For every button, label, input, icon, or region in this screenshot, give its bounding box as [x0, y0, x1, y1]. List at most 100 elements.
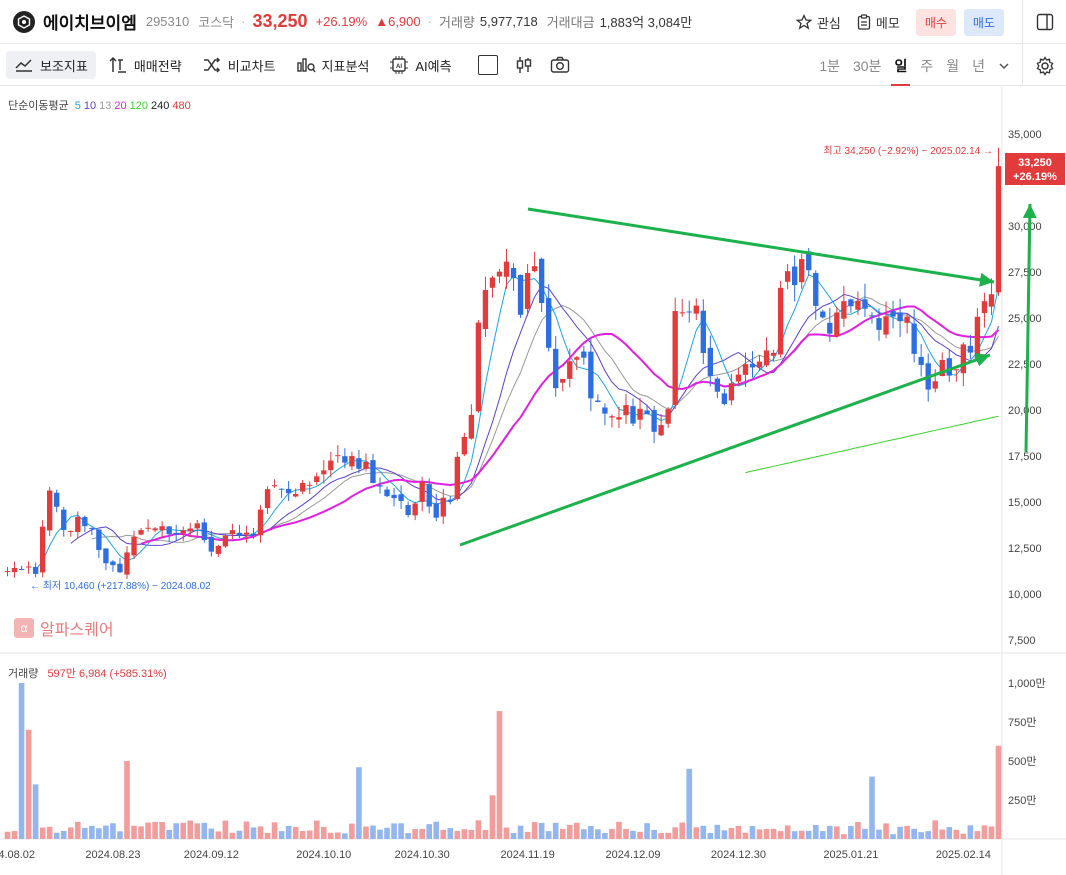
volume-bar	[602, 832, 608, 839]
star-icon	[795, 14, 812, 30]
period-week[interactable]: 주	[920, 45, 933, 86]
flask-icon	[296, 58, 316, 73]
candle-body	[581, 351, 587, 358]
candle-body	[145, 527, 151, 529]
side-panel-toggle[interactable]	[1022, 0, 1066, 44]
volume-bar	[327, 832, 334, 839]
volume-bar	[784, 825, 791, 839]
price-chart[interactable]: 35,00032,50030,00027,50025,00022,50020,0…	[0, 87, 1066, 875]
volume-bar	[356, 767, 362, 839]
candle-body	[11, 568, 18, 573]
volume-bar	[728, 828, 735, 839]
volume-bar	[588, 825, 594, 839]
volume-bar	[440, 829, 447, 839]
candle-body	[602, 407, 608, 414]
volume-bar	[834, 826, 840, 839]
volume-bar	[679, 822, 686, 839]
period-dropdown[interactable]	[998, 45, 1010, 86]
volume-bar	[180, 822, 187, 839]
candle-body	[398, 494, 404, 501]
memo-button[interactable]: 메모	[857, 13, 900, 32]
volume-bar	[911, 828, 917, 839]
candle-body	[686, 311, 692, 313]
volume-bar	[904, 825, 910, 839]
volume-bar	[271, 822, 278, 839]
volume-bar	[292, 826, 299, 839]
buy-button[interactable]: 매수	[915, 8, 956, 36]
candle-body	[222, 535, 229, 547]
volume-bar	[461, 829, 468, 839]
chart-area[interactable]: 35,00032,50030,00027,50025,00022,50020,0…	[0, 87, 1066, 875]
candle-body	[454, 456, 460, 500]
candle-body	[307, 484, 313, 486]
volume-bar	[250, 827, 257, 839]
candle-body	[714, 378, 721, 392]
volume-bar	[595, 829, 601, 839]
volume-bar	[960, 833, 967, 839]
period-30min[interactable]: 30분	[853, 45, 881, 86]
candle-body	[482, 290, 489, 330]
volume-bar	[890, 834, 896, 839]
candle-body	[595, 400, 601, 402]
period-year[interactable]: 년	[972, 45, 985, 86]
strategy-button[interactable]: 매매전략	[100, 51, 190, 79]
ma-legend-item[interactable]: 240	[151, 100, 169, 112]
ma-legend-item[interactable]: 13	[99, 100, 111, 112]
volume-bar	[60, 830, 67, 839]
volume-bar	[131, 825, 137, 839]
indicator-button[interactable]: 보조지표	[6, 51, 96, 79]
ma-legend-title: 단순이동평균	[8, 100, 69, 112]
volume-bar	[53, 832, 60, 839]
volume-bar	[623, 828, 629, 839]
volume-bar	[306, 830, 313, 839]
date-tick-label: 2024.08.23	[85, 849, 140, 861]
price-tick-label: 35,000	[1008, 129, 1042, 141]
ma-legend-item[interactable]: 5	[75, 100, 81, 112]
candle-body	[54, 492, 60, 507]
candle-body	[412, 503, 418, 516]
candle-body	[39, 526, 46, 573]
ma-legend-item[interactable]: 120	[130, 100, 148, 112]
settings-button[interactable]	[1022, 45, 1066, 86]
volume-bar	[398, 823, 404, 839]
volume-bar	[152, 821, 158, 839]
period-month[interactable]: 월	[946, 45, 959, 86]
sell-button[interactable]: 매도	[963, 8, 1004, 36]
volume-bar	[124, 761, 130, 839]
ai-predict-button[interactable]: AI AI예측	[381, 51, 459, 79]
volume-bar	[918, 832, 924, 839]
volume-legend: 거래량 597만 6,984 (+585.31%)	[8, 668, 167, 680]
analysis-button[interactable]: 지표분석	[288, 51, 378, 79]
screenshot-button[interactable]	[550, 55, 570, 75]
volume-bar	[363, 826, 369, 839]
candle-type-button[interactable]	[514, 55, 534, 75]
candle-body	[391, 494, 397, 499]
candle-body	[229, 530, 236, 535]
ma-legend-item[interactable]: 480	[172, 100, 190, 112]
chart-type-square-button[interactable]	[477, 55, 498, 75]
candle-body	[574, 357, 580, 360]
candle-body	[848, 299, 854, 307]
market-name: 코스닥	[198, 15, 235, 30]
favorite-button[interactable]: 관심	[795, 13, 841, 32]
candle-body	[904, 316, 910, 323]
ma-legend-item[interactable]: 20	[114, 100, 126, 112]
candle-body	[651, 410, 657, 432]
compare-button[interactable]: 비교차트	[194, 51, 284, 79]
period-day[interactable]: 일	[891, 45, 911, 86]
candle-body	[960, 344, 967, 374]
candle-body	[82, 517, 88, 527]
date-tick-label: 2024.09.12	[184, 849, 239, 861]
candle-body	[524, 272, 531, 309]
candle-body	[264, 489, 271, 509]
volume-tick-label: 750만	[1008, 716, 1036, 729]
candle-body	[300, 483, 306, 492]
stock-name[interactable]: 에이치브이엠	[43, 9, 137, 34]
period-1min[interactable]: 1분	[819, 45, 840, 86]
amount-label: 거래대금	[546, 15, 595, 30]
volume-bar	[616, 821, 622, 839]
volume-bar	[714, 824, 721, 839]
volume-bar	[988, 826, 995, 839]
camera-icon	[550, 56, 569, 73]
ma-legend-item[interactable]: 10	[84, 100, 96, 112]
